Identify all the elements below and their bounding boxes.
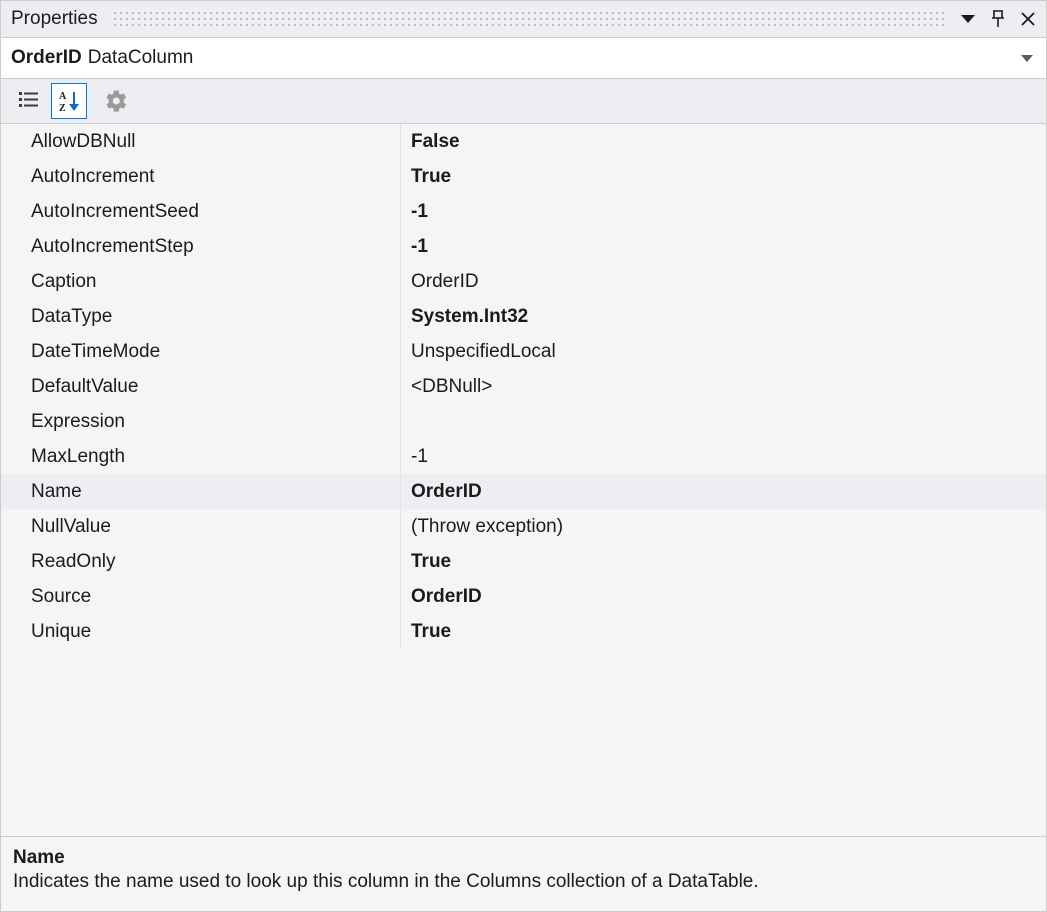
property-name: AutoIncrementStep	[1, 229, 401, 264]
property-value[interactable]: True	[401, 544, 1046, 579]
property-value[interactable]: True	[401, 159, 1046, 194]
property-name: AllowDBNull	[1, 124, 401, 159]
property-name: Name	[1, 474, 401, 509]
property-row[interactable]: Expression	[1, 404, 1046, 439]
description-pane: Name Indicates the name used to look up …	[1, 836, 1046, 911]
property-row[interactable]: AllowDBNullFalse	[1, 124, 1046, 159]
close-icon[interactable]	[1016, 7, 1040, 31]
properties-panel: Properties OrderID DataColumn	[0, 0, 1047, 912]
chevron-down-icon[interactable]	[1016, 47, 1038, 69]
property-row[interactable]: NullValue(Throw exception)	[1, 509, 1046, 544]
titlebar: Properties	[1, 1, 1046, 38]
property-row[interactable]: UniqueTrue	[1, 614, 1046, 649]
svg-text:A: A	[59, 91, 67, 102]
titlebar-grip	[112, 10, 944, 28]
panel-title: Properties	[11, 8, 106, 30]
property-name: Source	[1, 579, 401, 614]
property-name: AutoIncrement	[1, 159, 401, 194]
property-row[interactable]: ReadOnlyTrue	[1, 544, 1046, 579]
property-row[interactable]: SourceOrderID	[1, 579, 1046, 614]
property-value[interactable]: -1	[401, 439, 1046, 474]
property-name: NullValue	[1, 509, 401, 544]
property-pages-button[interactable]	[97, 83, 133, 119]
property-name: AutoIncrementSeed	[1, 194, 401, 229]
property-name: Expression	[1, 404, 401, 439]
property-name: ReadOnly	[1, 544, 401, 579]
categorized-button[interactable]	[11, 83, 47, 119]
window-options-icon[interactable]	[956, 7, 980, 31]
object-type: DataColumn	[88, 47, 194, 69]
property-grid: AllowDBNullFalseAutoIncrementTrueAutoInc…	[1, 124, 1046, 836]
property-value[interactable]: -1	[401, 229, 1046, 264]
property-value[interactable]: False	[401, 124, 1046, 159]
property-row[interactable]: MaxLength-1	[1, 439, 1046, 474]
object-selector[interactable]: OrderID DataColumn	[1, 38, 1046, 79]
property-value[interactable]: <DBNull>	[401, 369, 1046, 404]
object-name: OrderID	[11, 47, 88, 69]
property-value[interactable]: OrderID	[401, 264, 1046, 299]
property-row[interactable]: CaptionOrderID	[1, 264, 1046, 299]
alphabetical-button[interactable]: A Z	[51, 83, 87, 119]
property-value[interactable]: -1	[401, 194, 1046, 229]
property-name: Unique	[1, 614, 401, 649]
property-value[interactable]: UnspecifiedLocal	[401, 334, 1046, 369]
description-body: Indicates the name used to look up this …	[13, 871, 1034, 893]
property-row[interactable]: DefaultValue<DBNull>	[1, 369, 1046, 404]
property-name: DefaultValue	[1, 369, 401, 404]
property-row[interactable]: AutoIncrementSeed-1	[1, 194, 1046, 229]
property-row[interactable]: DataTypeSystem.Int32	[1, 299, 1046, 334]
property-value[interactable]: True	[401, 614, 1046, 649]
property-row[interactable]: AutoIncrementTrue	[1, 159, 1046, 194]
property-row[interactable]: AutoIncrementStep-1	[1, 229, 1046, 264]
property-value[interactable]	[401, 404, 1046, 439]
property-name: DataType	[1, 299, 401, 334]
properties-toolbar: A Z	[1, 79, 1046, 124]
property-value[interactable]: OrderID	[401, 579, 1046, 614]
property-name: MaxLength	[1, 439, 401, 474]
description-title: Name	[13, 847, 1034, 869]
property-name: DateTimeMode	[1, 334, 401, 369]
property-value[interactable]: System.Int32	[401, 299, 1046, 334]
property-name: Caption	[1, 264, 401, 299]
pin-icon[interactable]	[986, 7, 1010, 31]
property-value[interactable]: OrderID	[401, 474, 1046, 509]
property-value[interactable]: (Throw exception)	[401, 509, 1046, 544]
property-row[interactable]: NameOrderID	[1, 474, 1046, 509]
property-row[interactable]: DateTimeModeUnspecifiedLocal	[1, 334, 1046, 369]
svg-text:Z: Z	[59, 103, 66, 113]
